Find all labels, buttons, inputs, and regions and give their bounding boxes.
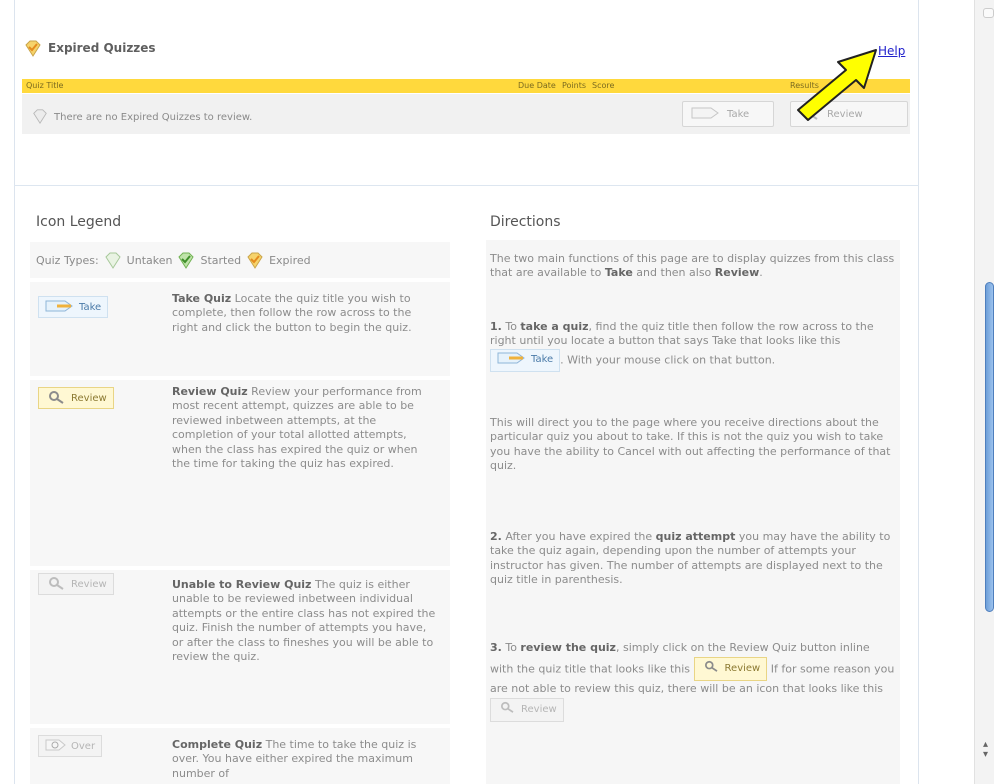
- header-quiz-title: Quiz Title: [26, 81, 64, 90]
- directions-step-3: 3. To review the quiz, simply click on t…: [490, 640, 895, 723]
- legend-complete-heading: Complete Quiz: [172, 738, 263, 751]
- pencil-icon: [45, 299, 75, 316]
- legend-take-button: Take: [38, 296, 109, 318]
- directions-step-1-detail: This will direct you to the page where y…: [490, 416, 895, 474]
- magnifier-icon: [45, 390, 67, 407]
- table-row: There are no Expired Quizzes to review. …: [22, 94, 910, 134]
- legend-review-heading: Review Quiz: [172, 385, 248, 398]
- inline-take-button: Take: [490, 348, 561, 373]
- step-1-text-a: To: [501, 320, 521, 333]
- intro-review: Review: [714, 266, 760, 280]
- quiz-types-label: Quiz Types:: [36, 253, 99, 267]
- scrollbar-top[interactable]: [983, 8, 994, 18]
- untaken-icon: [104, 251, 122, 269]
- icon-legend-title: Icon Legend: [36, 214, 122, 230]
- legend-review-description: Review Quiz Review your performance from…: [172, 385, 437, 471]
- directions-step-2: 2. After you have expired the quiz attem…: [490, 530, 895, 588]
- help-link[interactable]: Help: [878, 44, 905, 58]
- legend-take-heading: Take Quiz: [172, 292, 232, 305]
- inline-review-disabled-label: Review: [521, 703, 557, 715]
- legend-over-button: Over: [38, 735, 103, 757]
- section-divider: [14, 185, 919, 186]
- take-button-label: Take: [727, 108, 750, 120]
- magnifier-icon: [701, 660, 721, 679]
- step-2-bold: quiz attempt: [655, 530, 736, 543]
- pencil-icon: [497, 352, 527, 369]
- legend-unable-heading: Unable to Review Quiz: [172, 578, 312, 591]
- inline-take-label: Take: [531, 354, 554, 366]
- intro-text-c: .: [759, 266, 763, 280]
- take-button-disabled[interactable]: Take: [682, 101, 774, 127]
- scrollbar-thumb[interactable]: [985, 282, 994, 612]
- legend-unable-label: Review: [71, 578, 107, 590]
- step-3-bold: review the quiz: [520, 641, 616, 654]
- untaken-label: Untaken: [126, 253, 173, 267]
- directions-title: Directions: [490, 214, 561, 230]
- step-3-number: 3.: [490, 641, 502, 654]
- quiz-table-header: Quiz Title Due Date Points Score Results: [22, 79, 910, 93]
- expired-quizzes-title: Expired Quizzes: [24, 39, 156, 57]
- directions-intro: The two main functions of this page are …: [490, 252, 895, 281]
- clock-icon: [45, 738, 67, 755]
- step-1-text-c: . With your mouse click on that button.: [560, 353, 776, 367]
- untaken-quiz-icon: [32, 108, 50, 126]
- expired-quizzes-label: Expired Quizzes: [48, 41, 156, 55]
- step-1-bold: take a quiz: [520, 320, 589, 333]
- step-3-text-a: To: [501, 641, 521, 654]
- expired-label: Expired: [269, 253, 311, 267]
- intro-text-b: and then also: [632, 266, 715, 280]
- inline-review-label: Review: [724, 662, 761, 674]
- scrollbar-arrows[interactable]: ▴ ▾: [983, 740, 988, 760]
- empty-message-text: There are no Expired Quizzes to review.: [54, 111, 253, 123]
- expired-quiz-icon: [24, 39, 42, 57]
- quiz-types: Quiz Types: Untaken Started Expired: [36, 251, 311, 269]
- magnifier-icon: [45, 576, 67, 593]
- yellow-arrow-icon: [797, 49, 877, 121]
- legend-take-description: Take Quiz Locate the quiz title you wish…: [172, 292, 437, 335]
- expired-icon: [246, 251, 264, 269]
- step-2-text-a: After you have expired the: [501, 530, 656, 543]
- legend-review-label: Review: [71, 392, 107, 404]
- pencil-icon: [691, 106, 721, 123]
- step-2-number: 2.: [490, 530, 502, 543]
- empty-message: There are no Expired Quizzes to review.: [32, 108, 252, 126]
- header-score: Score: [592, 81, 615, 90]
- started-icon: [177, 251, 195, 269]
- legend-take-label: Take: [79, 301, 102, 313]
- header-due-date: Due Date: [518, 81, 556, 90]
- legend-unable-button: Review: [38, 573, 114, 595]
- step-1-detail-text: This will direct you to the page where y…: [490, 416, 891, 473]
- started-label: Started: [200, 253, 242, 267]
- directions-step-1: 1. To take a quiz, find the quiz title t…: [490, 320, 895, 373]
- inline-review-disabled-button: Review: [490, 697, 564, 723]
- magnifier-icon: [497, 701, 517, 720]
- legend-review-button: Review: [38, 387, 114, 409]
- step-1-number: 1.: [490, 320, 502, 333]
- legend-unable-description: Unable to Review Quiz The quiz is either…: [172, 578, 437, 664]
- inline-review-button: Review: [693, 656, 768, 682]
- legend-over-label: Over: [71, 740, 96, 752]
- intro-take: Take: [604, 266, 633, 280]
- header-points: Points: [562, 81, 587, 90]
- legend-complete-description: Complete Quiz The time to take the quiz …: [172, 738, 437, 781]
